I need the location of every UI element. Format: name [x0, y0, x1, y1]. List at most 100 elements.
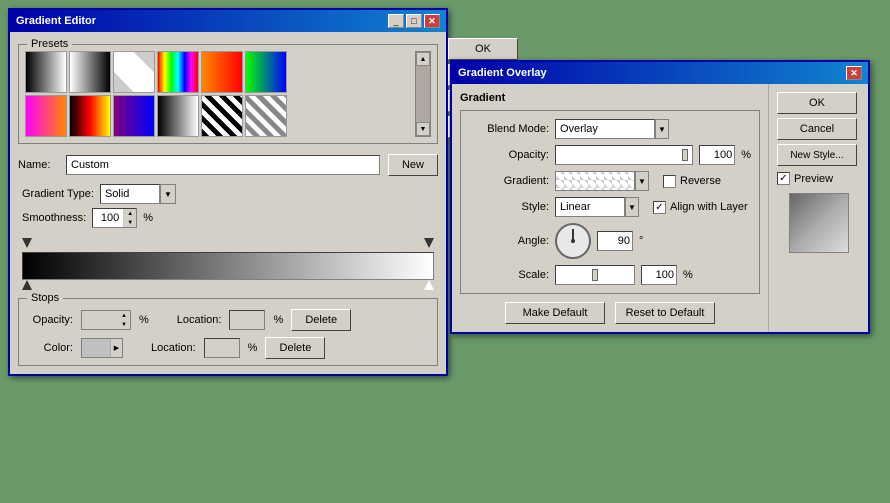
gradient-preview-swatch[interactable]	[555, 171, 635, 191]
preview-checkbox-group: Preview	[777, 172, 860, 185]
blend-mode-row: Blend Mode: Overlay ▼	[469, 119, 751, 139]
restore-button[interactable]: □	[406, 14, 422, 28]
reverse-label: Reverse	[680, 175, 721, 187]
bottom-stop-right[interactable]	[424, 280, 434, 290]
preset-swatch-7[interactable]	[25, 95, 67, 137]
opacity-down-arrow[interactable]: ▼	[118, 320, 130, 329]
presets-grid	[25, 51, 411, 137]
smooth-value: 100	[93, 212, 123, 224]
angle-deg: °	[639, 235, 643, 247]
preset-swatch-8[interactable]	[69, 95, 111, 137]
reverse-checkbox[interactable]	[663, 175, 676, 188]
close-button[interactable]: ✕	[424, 14, 440, 28]
angle-dial[interactable]	[555, 223, 591, 259]
scale-slider[interactable]	[555, 265, 635, 285]
scroll-down-arrow[interactable]: ▼	[416, 122, 430, 136]
opacity-pct: %	[741, 149, 751, 161]
stops-color-arrow[interactable]: ▶	[110, 339, 122, 357]
stops-location-label-color: Location:	[151, 342, 196, 354]
smooth-input-box: 100 ▲ ▼	[92, 208, 137, 228]
blend-mode-value: Overlay	[555, 119, 655, 139]
overlay-close-button[interactable]: ✕	[846, 66, 862, 80]
gradient-overlay-titlebar: Gradient Overlay ✕	[452, 62, 868, 84]
gradient-label: Gradient:	[469, 175, 549, 187]
preset-swatch-10[interactable]	[157, 95, 199, 137]
angle-value[interactable]: 90	[597, 231, 633, 251]
overlay-gradient-section: Blend Mode: Overlay ▼ Opacity: 100 %	[460, 110, 760, 294]
presets-group: Presets	[18, 44, 438, 144]
style-preview-thumbnail	[789, 193, 849, 253]
stops-location-pct-opacity: %	[273, 314, 283, 326]
scale-thumb[interactable]	[592, 269, 598, 281]
overlay-cancel-button[interactable]: Cancel	[777, 118, 857, 140]
scroll-up-arrow[interactable]: ▲	[416, 52, 430, 66]
gradient-editor-titlebar: Gradient Editor _ □ ✕	[10, 10, 446, 32]
gradient-type-row: Gradient Type: Solid ▼	[22, 184, 438, 204]
stops-opacity-input-box: ▲ ▼	[81, 310, 131, 330]
preset-swatch-3[interactable]	[113, 51, 155, 93]
style-label: Style:	[469, 201, 549, 213]
preset-swatch-11[interactable]	[201, 95, 243, 137]
blend-select-combo: Overlay ▼	[555, 119, 669, 139]
overlay-titlebar-buttons: ✕	[846, 66, 862, 80]
preview-checkbox[interactable]	[777, 172, 790, 185]
blend-mode-label: Blend Mode:	[469, 123, 549, 135]
preset-swatch-4[interactable]	[157, 51, 199, 93]
scale-value[interactable]: 100	[641, 265, 677, 285]
opacity-label: Opacity:	[469, 149, 549, 161]
style-dropdown-btn[interactable]: ▼	[625, 197, 639, 217]
stops-location-input-opacity[interactable]	[229, 310, 265, 330]
smoothness-row: Smoothness: 100 ▲ ▼ %	[22, 208, 438, 228]
scale-label: Scale:	[469, 269, 549, 281]
align-checkbox-group: Align with Layer	[653, 201, 748, 214]
stops-color-swatch-box: ▶	[81, 338, 123, 358]
top-stop-right[interactable]	[424, 238, 434, 248]
delete-color-button[interactable]: Delete	[265, 337, 325, 359]
angle-row: Angle: 90 °	[469, 223, 751, 259]
overlay-section-header: Gradient	[460, 92, 760, 104]
presets-label: Presets	[27, 38, 72, 50]
gradient-overlay-dialog: Gradient Overlay ✕ Gradient Blend Mode: …	[450, 60, 870, 334]
type-dropdown-btn[interactable]: ▼	[160, 184, 176, 204]
gradient-bar[interactable]	[22, 252, 434, 280]
type-select-value: Solid	[100, 184, 160, 204]
name-input[interactable]: Custom	[66, 155, 380, 175]
preset-swatch-1[interactable]	[25, 51, 67, 93]
smooth-down-arrow[interactable]: ▼	[124, 218, 136, 227]
gradient-row: Gradient: ▼ Reverse	[469, 171, 751, 191]
minimize-button[interactable]: _	[388, 14, 404, 28]
overlay-title: Gradient Overlay	[458, 67, 547, 79]
ok-button[interactable]: OK	[448, 38, 518, 60]
preset-swatch-2[interactable]	[69, 51, 111, 93]
align-checkbox[interactable]	[653, 201, 666, 214]
opacity-slider[interactable]	[555, 145, 693, 165]
reset-default-button[interactable]: Reset to Default	[615, 302, 715, 324]
angle-center-dot	[571, 239, 575, 243]
make-default-button[interactable]: Make Default	[505, 302, 605, 324]
align-label: Align with Layer	[670, 201, 748, 213]
preset-swatch-12[interactable]	[245, 95, 287, 137]
titlebar-buttons: _ □ ✕	[388, 14, 440, 28]
opacity-thumb[interactable]	[682, 149, 688, 161]
name-row: Name: Custom New	[18, 154, 438, 176]
reverse-checkbox-group: Reverse	[663, 175, 721, 188]
smooth-up-arrow[interactable]: ▲	[124, 209, 136, 218]
new-gradient-button[interactable]: New	[388, 154, 438, 176]
opacity-value[interactable]: 100	[699, 145, 735, 165]
gradient-editor-body: Presets	[10, 32, 446, 374]
overlay-bottom-buttons: Make Default Reset to Default	[460, 302, 760, 324]
preset-swatch-5[interactable]	[201, 51, 243, 93]
bottom-stop-left[interactable]	[22, 280, 32, 290]
gradient-dropdown-btn[interactable]: ▼	[635, 171, 649, 191]
delete-opacity-button[interactable]: Delete	[291, 309, 351, 331]
preset-swatch-9[interactable]	[113, 95, 155, 137]
stops-color-swatch[interactable]	[82, 339, 110, 357]
top-stop-left[interactable]	[22, 238, 32, 248]
stops-color-label: Color:	[25, 342, 73, 354]
preset-swatch-6[interactable]	[245, 51, 287, 93]
new-style-button[interactable]: New Style...	[777, 144, 857, 166]
overlay-ok-button[interactable]: OK	[777, 92, 857, 114]
stops-location-input-color[interactable]	[204, 338, 240, 358]
blend-dropdown-btn[interactable]: ▼	[655, 119, 669, 139]
opacity-up-arrow[interactable]: ▲	[118, 311, 130, 320]
